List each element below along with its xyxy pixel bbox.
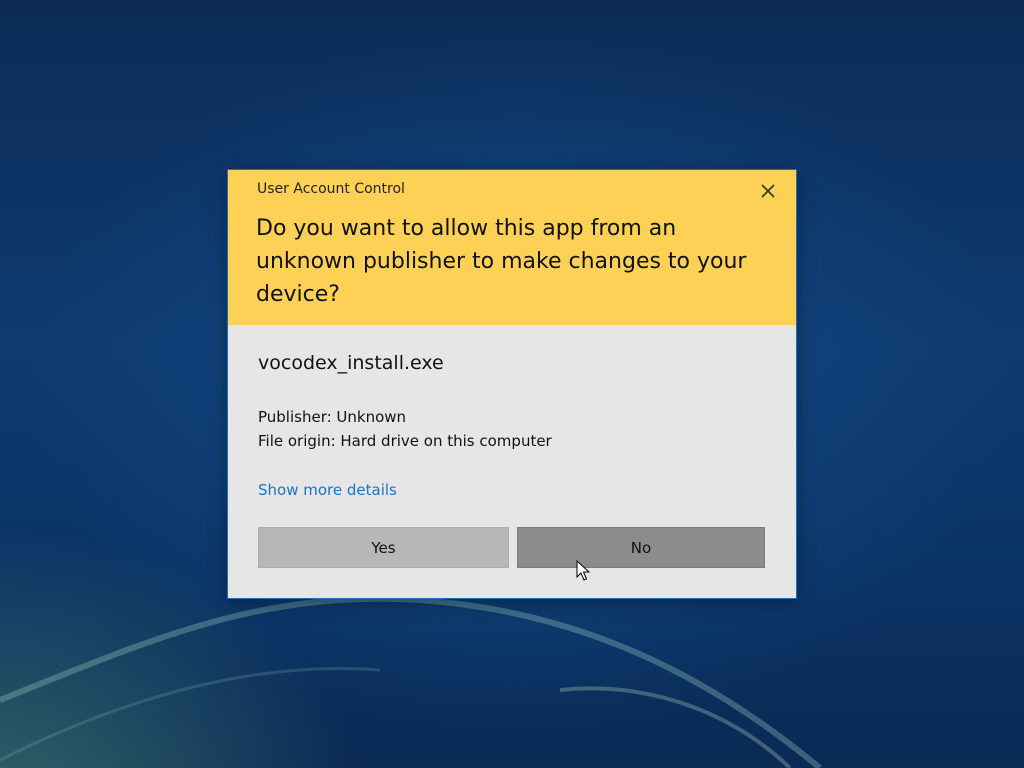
show-more-details-link[interactable]: Show more details [258, 481, 397, 499]
app-name: vocodex_install.exe [258, 352, 444, 374]
yes-button[interactable]: Yes [258, 527, 509, 568]
uac-dialog: User Account Control Do you want to allo… [228, 170, 796, 598]
file-origin-line: File origin: Hard drive on this computer [258, 432, 552, 450]
dialog-question: Do you want to allow this app from an un… [256, 216, 747, 307]
no-button[interactable]: No [517, 527, 765, 568]
dialog-title: User Account Control [257, 181, 405, 197]
uac-header: User Account Control Do you want to allo… [228, 170, 796, 325]
publisher-line: Publisher: Unknown [258, 408, 407, 426]
close-button[interactable] [754, 178, 782, 204]
close-x-icon [761, 184, 775, 198]
